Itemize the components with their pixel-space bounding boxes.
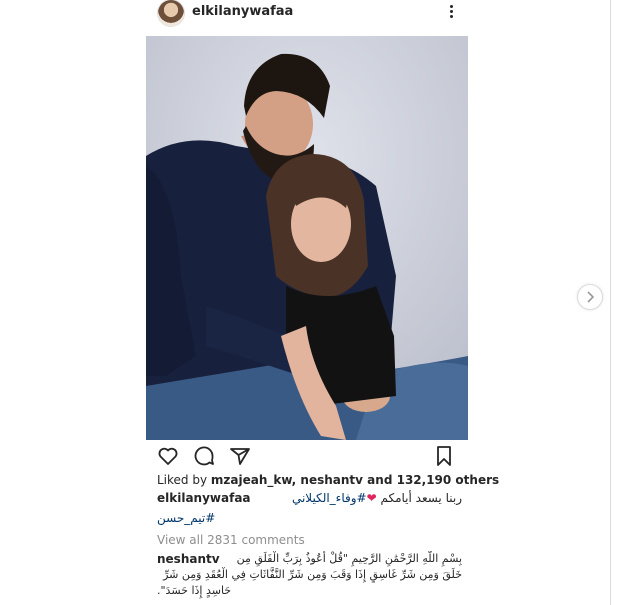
share-icon[interactable] (228, 444, 252, 468)
caption-hashtag-2[interactable]: #تيم_حسن (157, 511, 215, 525)
view-all-comments-link[interactable]: View all 2831 comments (157, 533, 305, 547)
caption-hashtag-1[interactable]: #وفاء_الكيلاني (292, 491, 367, 505)
liked-user-1[interactable]: mzajeah_kw (211, 473, 292, 487)
comment-text-line-2: خَلَقَ وَمِن شَرِّ غَاسِقٍ إِذَا وَقَبَ … (163, 568, 462, 581)
comment-text-line-3: حَاسِدٍ إِذَا حَسَدَ". (157, 584, 232, 597)
likes-prefix: Liked by (157, 473, 211, 487)
likes-summary: Liked by mzajeah_kw, neshantv and 132,19… (157, 473, 499, 487)
avatar[interactable] (158, 0, 184, 26)
next-post-button[interactable] (577, 284, 603, 310)
caption-username[interactable]: elkilanywafaa (157, 491, 251, 505)
liked-user-2[interactable]: neshantv (300, 473, 363, 487)
chevron-right-icon (587, 291, 595, 303)
heart-emoji: ❤ (366, 491, 377, 505)
post-header: elkilanywafaa (146, 0, 468, 30)
likes-and: and (363, 473, 397, 487)
heart-icon[interactable] (156, 444, 180, 468)
post-username[interactable]: elkilanywafaa (192, 4, 293, 19)
post-photo[interactable] (146, 36, 468, 440)
bookmark-icon[interactable] (432, 444, 456, 468)
caption-text-row: ربنا يسعد أيامكم ❤#وفاء_الكيلاني (292, 491, 462, 505)
caption-text: ربنا يسعد أيامكم (380, 491, 462, 505)
likes-count[interactable]: 132,190 others (397, 473, 500, 487)
post-actions (146, 440, 468, 470)
feed-divider (610, 0, 611, 605)
comment-icon[interactable] (192, 444, 216, 468)
comment-username[interactable]: neshantv (157, 551, 220, 567)
more-options-icon[interactable] (446, 3, 456, 23)
comment-text-line-1: بِسْمِ اللَّهِ الرَّحْمَٰنِ الرَّحِيمِ "… (237, 552, 462, 565)
